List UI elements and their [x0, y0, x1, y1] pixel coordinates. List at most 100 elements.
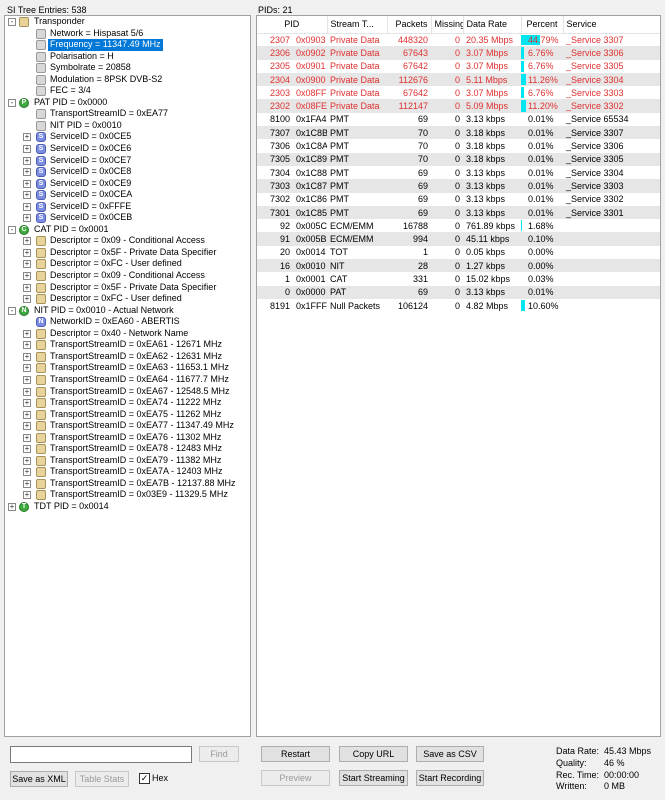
collapse-toggle-icon[interactable]: -: [8, 225, 16, 234]
expand-toggle-icon[interactable]: +: [23, 260, 31, 269]
tree-node[interactable]: Network = Hispasat 5/6: [5, 28, 250, 40]
tree-node[interactable]: + S ServiceID = 0x0CE5: [5, 131, 250, 143]
pid-row[interactable]: 0 0x0000 PAT 69 0 3.13 kbps 0.01%: [257, 285, 660, 299]
tree-node[interactable]: - P PAT PID = 0x0000: [5, 97, 250, 109]
column-header-stream-type[interactable]: Stream T...: [327, 16, 388, 34]
expand-toggle-icon[interactable]: +: [23, 375, 31, 384]
start-recording-button[interactable]: Start Recording: [416, 770, 484, 786]
preview-button[interactable]: Preview: [261, 770, 330, 786]
tree-node[interactable]: - Transponder: [5, 16, 250, 28]
tree-node[interactable]: + Descriptor = 0x5F - Private Data Specif…: [5, 282, 250, 294]
tree-node[interactable]: - N NIT PID = 0x0010 - Actual Network: [5, 305, 250, 317]
pid-row[interactable]: 7302 0x1C86 PMT 69 0 3.13 kbps 0.01% _Service 3…: [257, 193, 660, 206]
tree-node[interactable]: + TransportStreamID = 0xEA78 - 12483 MHz: [5, 443, 250, 455]
tree-node[interactable]: Frequency = 11347.49 MHz: [5, 39, 250, 51]
expand-toggle-icon[interactable]: +: [23, 433, 31, 442]
tree-node[interactable]: + S ServiceID = 0x0CE6: [5, 143, 250, 155]
save-as-xml-button[interactable]: Save as XML: [10, 771, 68, 787]
pid-row[interactable]: 8100 0x1FA4 PMT 69 0 3.13 kbps 0.01% _Service 6…: [257, 113, 660, 126]
tree-node[interactable]: + S ServiceID = 0x0CE7: [5, 155, 250, 167]
tree-node[interactable]: + TransportStreamID = 0xEA63 - 11653.1 MH…: [5, 362, 250, 374]
pid-row[interactable]: 92 0x005C ECM/EMM 16788 0 761.89 kbps 1.68%: [257, 219, 660, 232]
tree-node[interactable]: + S ServiceID = 0x0CEA: [5, 189, 250, 201]
tree-node[interactable]: + Descriptor = 0xFC - User defined: [5, 293, 250, 305]
tree-node[interactable]: TransportStreamID = 0xEA77: [5, 108, 250, 120]
expand-toggle-icon[interactable]: +: [23, 364, 31, 373]
collapse-toggle-icon[interactable]: -: [8, 98, 16, 107]
tree-node[interactable]: + Descriptor = 0x09 - Conditional Access: [5, 235, 250, 247]
expand-toggle-icon[interactable]: +: [23, 248, 31, 257]
expand-toggle-icon[interactable]: +: [23, 387, 31, 396]
find-button[interactable]: Find: [199, 746, 239, 762]
expand-toggle-icon[interactable]: +: [23, 295, 31, 304]
tree-node[interactable]: + S ServiceID = 0xFFFE: [5, 201, 250, 213]
pid-row[interactable]: 91 0x005B ECM/EMM 994 0 45.11 kbps 0.10%: [257, 232, 660, 246]
expand-toggle-icon[interactable]: +: [23, 237, 31, 246]
expand-toggle-icon[interactable]: +: [23, 341, 31, 350]
expand-toggle-icon[interactable]: +: [23, 145, 31, 154]
tree-node[interactable]: + TransportStreamID = 0xEA7A - 12403 MHz: [5, 466, 250, 478]
pid-row[interactable]: 20 0x0014 TOT 1 0 0.05 kbps 0.00%: [257, 246, 660, 259]
column-header-service[interactable]: Service: [563, 16, 660, 34]
tree-node[interactable]: + Descriptor = 0x09 - Conditional Access: [5, 270, 250, 282]
expand-toggle-icon[interactable]: +: [23, 272, 31, 281]
tree-node[interactable]: + S ServiceID = 0x0CEB: [5, 212, 250, 224]
collapse-toggle-icon[interactable]: -: [8, 18, 16, 26]
si-tree[interactable]: - Transponder Network = Hispasat 5/6 Freque…: [4, 15, 251, 737]
pid-row[interactable]: 2303 0x08FF Private Data 67642 0 3.07 Mbps 6.7…: [257, 86, 660, 99]
pid-row[interactable]: 2307 0x0903 Private Data 448320 0 20.35 Mbps 4…: [257, 33, 660, 46]
tree-node[interactable]: Symbolrate = 20858: [5, 62, 250, 74]
expand-toggle-icon[interactable]: +: [23, 422, 31, 431]
restart-button[interactable]: Restart: [261, 746, 330, 762]
tree-node[interactable]: + Descriptor = 0xFC - User defined: [5, 258, 250, 270]
column-header-data-rate[interactable]: Data Rate: [463, 16, 522, 34]
pid-row[interactable]: 1 0x0001 CAT 331 0 15.02 kbps 0.03%: [257, 272, 660, 285]
tree-node[interactable]: + TransportStreamID = 0xEA64 - 11677.7 MH…: [5, 374, 250, 386]
start-streaming-button[interactable]: Start Streaming: [339, 770, 408, 786]
expand-toggle-icon[interactable]: +: [23, 468, 31, 477]
expand-toggle-icon[interactable]: +: [8, 502, 16, 511]
expand-toggle-icon[interactable]: +: [23, 133, 31, 142]
tree-node[interactable]: + TransportStreamID = 0xEA62 - 12631 MHz: [5, 351, 250, 363]
pid-row[interactable]: 7307 0x1C8B PMT 70 0 3.18 kbps 0.01% _Service 3…: [257, 126, 660, 140]
tree-node[interactable]: + TransportStreamID = 0xEA7B - 12137.88 M…: [5, 478, 250, 490]
tree-node[interactable]: + Descriptor = 0x40 - Network Name: [5, 328, 250, 340]
column-header-percent[interactable]: Percent: [521, 16, 564, 34]
pid-row[interactable]: 7305 0x1C89 PMT 70 0 3.18 kbps 0.01% _Service 3…: [257, 152, 660, 166]
tree-node[interactable]: NIT PID = 0x0010: [5, 120, 250, 132]
collapse-toggle-icon[interactable]: -: [8, 306, 16, 315]
expand-toggle-icon[interactable]: +: [23, 445, 31, 454]
pid-row[interactable]: 7304 0x1C88 PMT 69 0 3.13 kbps 0.01% _Service 3…: [257, 166, 660, 179]
save-as-csv-button[interactable]: Save as CSV: [416, 746, 484, 762]
pid-row[interactable]: 16 0x0010 NIT 28 0 1.27 kbps 0.00%: [257, 259, 660, 273]
pid-row[interactable]: 2305 0x0901 Private Data 67642 0 3.07 Mbps 6.7…: [257, 60, 660, 73]
expand-toggle-icon[interactable]: +: [23, 191, 31, 200]
tree-node[interactable]: + TransportStreamID = 0xEA74 - 11222 MHz: [5, 397, 250, 409]
hex-checkbox[interactable]: ✓: [139, 773, 150, 784]
column-header-packets[interactable]: Packets: [387, 16, 432, 34]
pid-row[interactable]: 7301 0x1C85 PMT 69 0 3.13 kbps 0.01% _Service 3…: [257, 205, 660, 220]
pid-row[interactable]: 2306 0x0902 Private Data 67643 0 3.07 Mbps 6.7…: [257, 46, 660, 60]
tree-node[interactable]: N NetworkID = 0xEA60 - ABERTIS: [5, 316, 250, 328]
search-input[interactable]: [10, 746, 192, 763]
pid-row[interactable]: 2304 0x0900 Private Data 112676 0 5.11 Mbps 11…: [257, 72, 660, 87]
column-header-pid[interactable]: PID: [257, 16, 328, 34]
tree-node[interactable]: FEC = 3/4: [5, 85, 250, 97]
tree-node[interactable]: + Descriptor = 0x5F - Private Data Specif…: [5, 247, 250, 259]
expand-toggle-icon[interactable]: +: [23, 202, 31, 211]
pid-row[interactable]: 7303 0x1C87 PMT 69 0 3.13 kbps 0.01% _Service 3…: [257, 179, 660, 193]
pid-row[interactable]: 8191 0x1FFF Null Packets 106124 0 4.82 Mbps 10…: [257, 299, 660, 312]
tree-node[interactable]: + TransportStreamID = 0xEA75 - 11262 MHz: [5, 409, 250, 421]
column-header-missing[interactable]: Missing: [431, 16, 464, 34]
expand-toggle-icon[interactable]: +: [23, 283, 31, 292]
tree-node[interactable]: + TransportStreamID = 0xEA61 - 12671 MHz: [5, 339, 250, 351]
tree-node[interactable]: + T TDT PID = 0x0014: [5, 501, 250, 513]
tree-node[interactable]: + TransportStreamID = 0xEA67 - 12548.5 MH…: [5, 386, 250, 398]
pid-row[interactable]: 7306 0x1C8A PMT 70 0 3.18 kbps 0.01% _Service 3…: [257, 139, 660, 152]
tree-node[interactable]: + TransportStreamID = 0xEA79 - 11382 MHz: [5, 455, 250, 467]
expand-toggle-icon[interactable]: +: [23, 156, 31, 165]
expand-toggle-icon[interactable]: +: [23, 410, 31, 419]
tree-node[interactable]: - C CAT PID = 0x0001: [5, 224, 250, 236]
expand-toggle-icon[interactable]: +: [23, 352, 31, 361]
expand-toggle-icon[interactable]: +: [23, 491, 31, 500]
